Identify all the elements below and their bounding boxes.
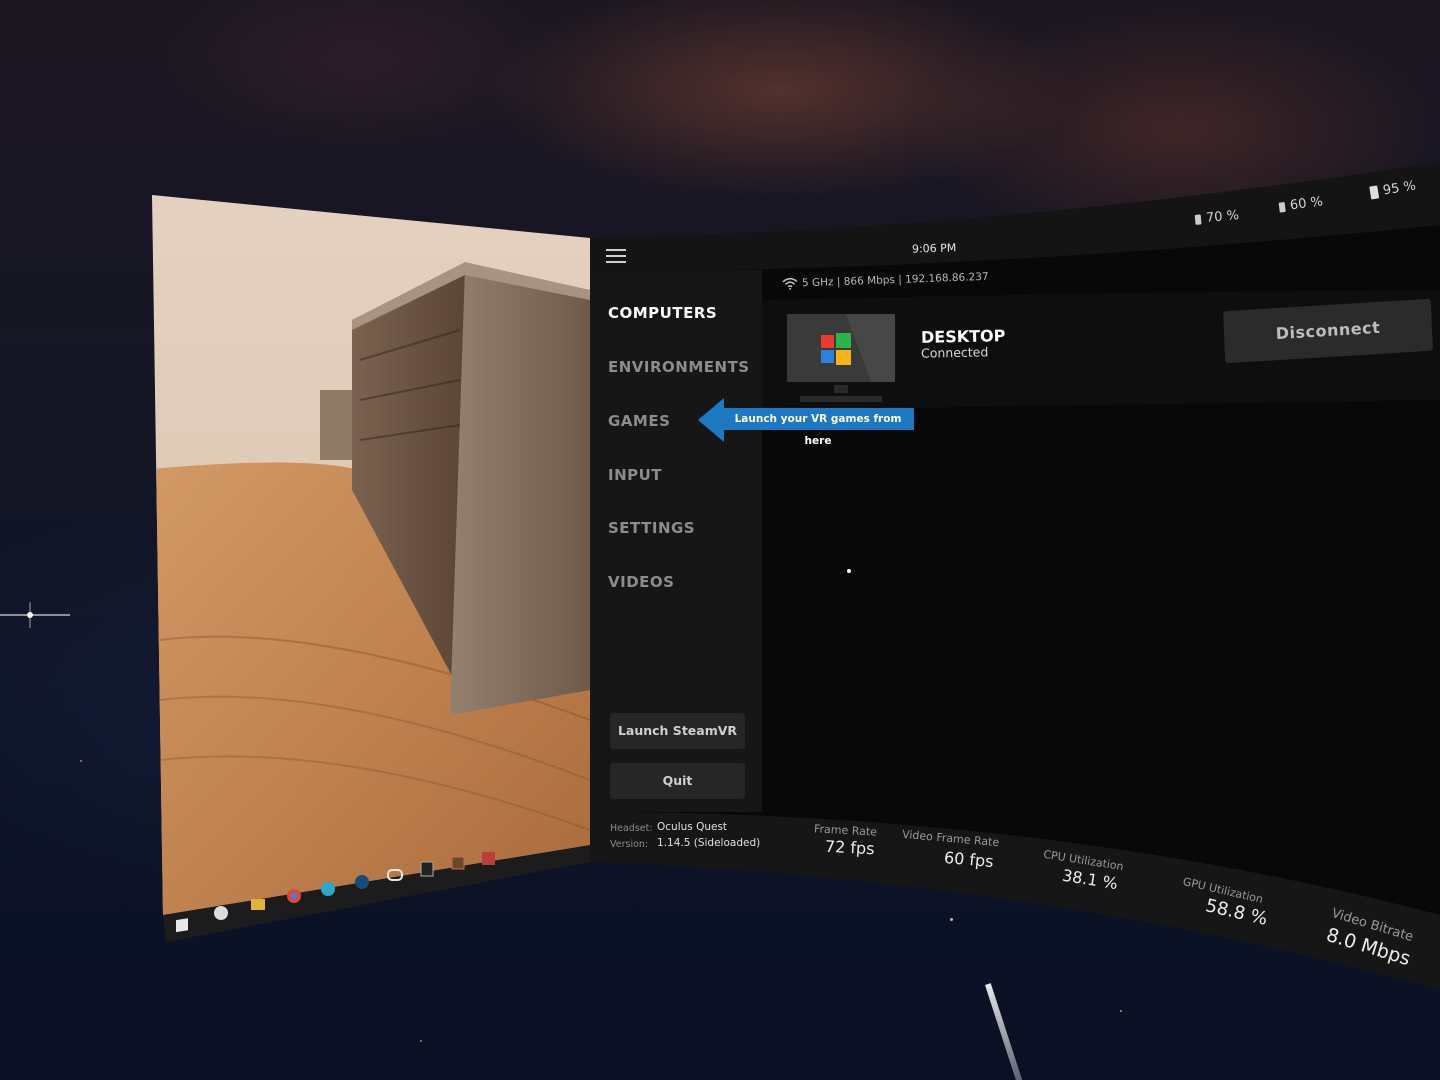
controller-battery-icon [1278, 201, 1286, 213]
hamburger-menu-icon[interactable] [606, 249, 626, 265]
sidebar-item-input[interactable]: INPUT [608, 466, 662, 484]
quit-button[interactable]: Quit [610, 763, 745, 799]
headset-value: Oculus Quest [657, 821, 728, 833]
tooltip-arrow-icon [698, 398, 724, 442]
pointer-cursor [847, 569, 851, 573]
sidebar-item-games[interactable]: GAMES [608, 412, 670, 430]
version-label: Version: [610, 839, 649, 850]
tooltip-text: Launch your VR games from here [722, 408, 914, 447]
wifi-icon [782, 277, 798, 290]
battery-value: 70 % [1205, 208, 1240, 226]
computer-name: DESKTOP [920, 326, 1006, 347]
sidebar-item-settings[interactable]: SETTINGS [608, 519, 695, 537]
headset-label: Headset: [610, 823, 653, 834]
sidebar-item-computers[interactable]: COMPUTERS [608, 304, 717, 322]
clock: 9:06 PM [911, 241, 957, 256]
monitor-icon[interactable] [786, 313, 896, 405]
sidebar-item-environments[interactable]: ENVIRONMENTS [608, 358, 750, 376]
controller-battery-icon [1194, 213, 1202, 225]
vr-scene: 9:06 PM 5 GHz | 866 Mbps | 192.168.86.23… [0, 0, 1440, 1080]
sidebar-item-videos[interactable]: VIDEOS [608, 573, 674, 591]
frame-rate-value: 72 fps [824, 836, 876, 859]
headset-battery-icon [1369, 185, 1380, 200]
launch-steamvr-button[interactable]: Launch SteamVR [610, 713, 745, 749]
version-value: 1.14.5 (Sideloaded) [657, 837, 761, 849]
connection-status: Connected [920, 344, 989, 361]
